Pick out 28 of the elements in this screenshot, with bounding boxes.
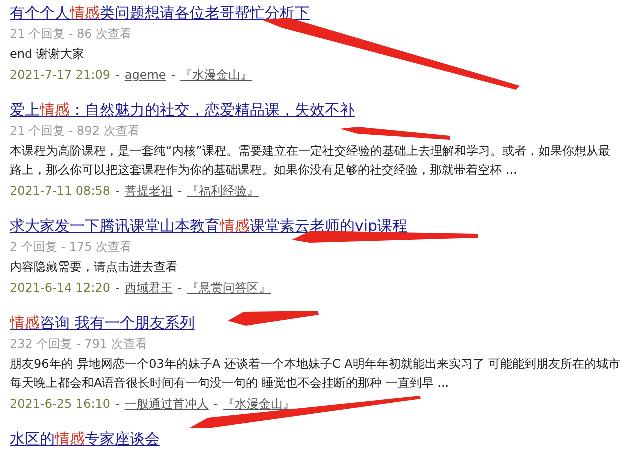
- post-excerpt: end 谢谢大家: [10, 46, 86, 63]
- post-date: 2021-6-25 16:10: [10, 396, 110, 412]
- post-excerpt: 本课程为高阶课程，是一套纯“内核”课程。需要建立在一定社交经验的基础上去理解和学习。或者，如果你想从最 路上，那么你可以把这套课程作为你的基础课程。如果你没有足够的社交经验，那就带着空杯 ...: [10, 143, 612, 179]
- separator: -: [171, 67, 176, 83]
- separator: -: [116, 396, 120, 412]
- post-date: 2021-7-17 21:09: [10, 67, 110, 83]
- post-date: 2021-7-11 08:58: [10, 183, 110, 199]
- separator: -: [178, 183, 182, 199]
- footer-link[interactable]: ageme: [124, 67, 166, 83]
- reply-view-stats: 2 个回复 - 175 次查看: [10, 239, 132, 255]
- footer-link[interactable]: 菩提老祖: [124, 183, 173, 199]
- reply-view-stats: 21 个回复 - 86 次查看: [10, 26, 132, 42]
- separator: -: [214, 396, 218, 412]
- separator: -: [178, 280, 182, 296]
- footer-link[interactable]: 『水漫金山』: [180, 67, 253, 83]
- post-excerpt: 内容隐藏需要，请点击进去查看: [10, 259, 179, 276]
- footer-link[interactable]: 一般通过首冲人: [124, 396, 209, 412]
- footer-link[interactable]: 『悬赏问答区』: [187, 280, 272, 296]
- footer-link[interactable]: 『水漫金山』: [223, 396, 296, 412]
- reply-view-stats: 232 个回复 - 791 次查看: [10, 336, 148, 352]
- reply-view-stats: 21 个回复 - 892 次查看: [10, 123, 140, 139]
- footer-link[interactable]: 『福利经验』: [187, 183, 260, 199]
- footer-link[interactable]: 西域君王: [124, 280, 173, 296]
- post-excerpt: 朋友96年的 异地网恋一个03年的妹子A 还谈着一个本地妹子C A明年年初就能出来实习了 可能能到朋友所在的城市 每天晚上都会和A语音很长时间有一句没一句的 睡觉也不会挂断的那种 一直到早 ...: [10, 356, 622, 392]
- separator: -: [116, 67, 120, 83]
- post-date: 2021-6-14 12:20: [10, 280, 110, 296]
- separator: -: [116, 280, 120, 296]
- separator: -: [116, 183, 120, 199]
